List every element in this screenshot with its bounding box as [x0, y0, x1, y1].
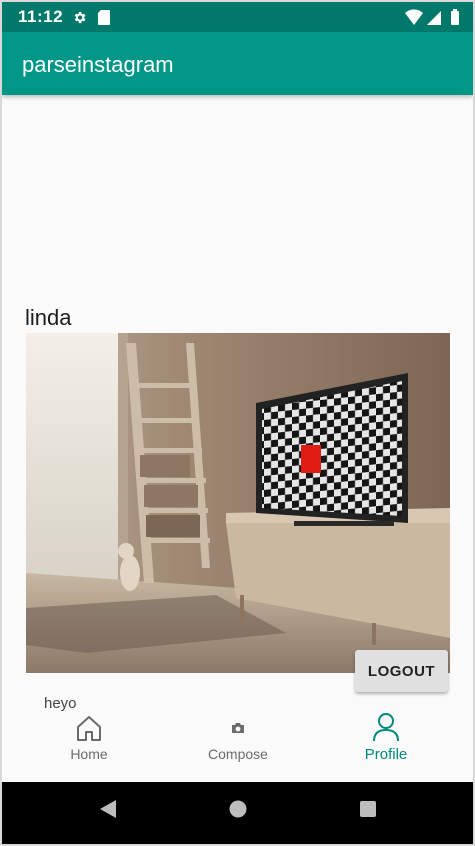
app-bar: parseinstagram	[2, 32, 473, 95]
post-image[interactable]	[26, 333, 450, 673]
camera-icon	[232, 723, 244, 733]
nav-item-home[interactable]: Home	[14, 702, 164, 782]
app-title: parseinstagram	[22, 52, 174, 77]
battery-icon	[451, 11, 459, 25]
bottom-navigation: Home Compose Profile	[2, 702, 473, 782]
status-icons	[405, 9, 459, 25]
nav-item-profile[interactable]: Profile	[311, 702, 461, 782]
nav-item-compose[interactable]: Compose	[163, 702, 313, 782]
home-icon	[77, 716, 101, 741]
settings-icon	[74, 11, 86, 24]
back-icon[interactable]	[98, 798, 118, 820]
status-bar: 11:12	[2, 2, 473, 32]
person-icon	[373, 713, 399, 742]
system-navigation-bar	[2, 782, 473, 844]
wifi-icon	[405, 9, 423, 25]
home-circle-icon[interactable]	[227, 798, 249, 820]
profile-username: linda	[25, 305, 72, 330]
nav-label-home: Home	[70, 746, 108, 762]
sd-card-icon	[98, 10, 110, 25]
nav-label-profile: Profile	[364, 746, 408, 763]
status-time: 11:12	[18, 7, 64, 26]
screen: 11:12 parseinstagram linda LOGOUT heyo H…	[0, 0, 475, 846]
recents-icon[interactable]	[358, 798, 378, 820]
logout-button[interactable]: LOGOUT	[355, 650, 448, 692]
cell-signal-icon	[427, 11, 441, 25]
nav-label-compose: Compose	[208, 746, 268, 762]
